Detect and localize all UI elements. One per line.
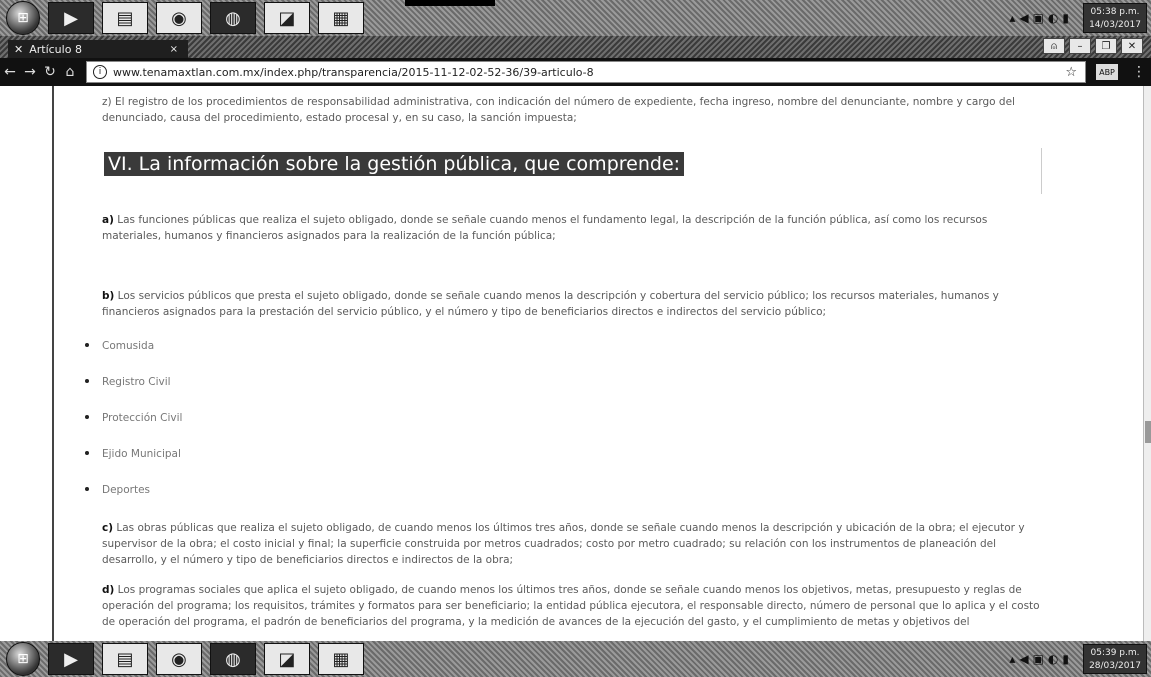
- item-c-label: c): [102, 522, 114, 534]
- item-d-label: d): [102, 584, 115, 596]
- joomla-favicon-icon: ✕: [14, 42, 24, 56]
- bullet-icon: [85, 343, 89, 347]
- list-item-label: Ejido Municipal: [102, 448, 181, 460]
- item-a-paragraph: a) Las funciones públicas que realiza el…: [102, 212, 1042, 244]
- page-viewport: z) El registro de los procedimientos de …: [0, 86, 1151, 641]
- forward-arrow-icon[interactable]: →: [20, 64, 40, 80]
- start-button[interactable]: ⊞: [6, 1, 40, 35]
- top-taskbar: ⊞ ▶ ▤ ◉ ◍ ◪ ▦ ▴◀▣◐▮ 05:38 p.m. 14/03/201…: [0, 0, 1151, 36]
- list-item: Ejido Municipal: [85, 446, 1042, 482]
- bullet-icon: [85, 415, 89, 419]
- item-c-paragraph: c) Las obras públicas que realiza el suj…: [102, 520, 1042, 568]
- minimize-icon[interactable]: –: [1069, 38, 1091, 54]
- bookmark-star-icon[interactable]: ☆: [1065, 65, 1077, 80]
- clock-time: 05:39 p.m.: [1090, 648, 1140, 658]
- browser-tab[interactable]: ✕ Artículo 8 ×: [8, 40, 188, 58]
- list-item-label: Registro Civil: [102, 376, 171, 388]
- tab-close-icon[interactable]: ×: [170, 44, 178, 55]
- list-item-label: Protección Civil: [102, 412, 183, 424]
- start-button[interactable]: ⊞: [6, 642, 40, 676]
- close-window-icon[interactable]: ✕: [1121, 38, 1143, 54]
- taskbar-paint-icon[interactable]: ◪: [264, 643, 310, 675]
- taskbar-firefox-icon[interactable]: ◍: [210, 643, 256, 675]
- item-c-text: Las obras públicas que realiza el sujeto…: [102, 522, 1025, 566]
- section-heading: VI. La información sobre la gestión públ…: [104, 152, 685, 176]
- browser-toolbar: ← → ↻ ⌂ i www.tenamaxtlan.com.mx/index.p…: [0, 58, 1151, 86]
- clock-time: 05:38 p.m.: [1090, 7, 1140, 17]
- back-arrow-icon[interactable]: ←: [0, 64, 20, 80]
- url-text: www.tenamaxtlan.com.mx/index.php/transpa…: [113, 65, 594, 79]
- reload-icon[interactable]: ↻: [40, 64, 60, 80]
- taskbar-editor-icon[interactable]: ▦: [318, 643, 364, 675]
- system-tray: ▴◀▣◐▮ 05:39 p.m. 28/03/2017: [1009, 641, 1151, 677]
- item-d-paragraph: d) Los programas sociales que aplica el …: [102, 582, 1042, 630]
- taskbar-paint-icon[interactable]: ◪: [264, 2, 310, 34]
- intro-paragraph: z) El registro de los procedimientos de …: [102, 96, 1015, 124]
- left-border-rule: [52, 86, 54, 641]
- clock-date: 14/03/2017: [1089, 20, 1141, 30]
- tray-clock[interactable]: 05:39 p.m. 28/03/2017: [1083, 644, 1147, 674]
- home-icon[interactable]: ⌂: [60, 64, 80, 80]
- item-b-label: b): [102, 290, 115, 302]
- list-item: Registro Civil: [85, 374, 1042, 410]
- taskbar-firefox-icon[interactable]: ◍: [210, 2, 256, 34]
- user-icon[interactable]: ⍝: [1043, 38, 1065, 54]
- item-a-text: Las funciones públicas que realiza el su…: [102, 214, 988, 242]
- item-b-text: Los servicios públicos que presta el suj…: [102, 290, 999, 318]
- browser-tabstrip: ✕ Artículo 8 × ⍝ – ❐ ✕: [0, 36, 1151, 58]
- item-d-text: Los programas sociales que aplica el suj…: [102, 584, 1040, 628]
- system-tray: ▴◀▣◐▮ 05:38 p.m. 14/03/2017: [1009, 0, 1151, 36]
- taskbar-chrome-icon[interactable]: ◉: [156, 2, 202, 34]
- list-item-label: Comusida: [102, 340, 155, 352]
- adblock-extension-icon[interactable]: ABP: [1096, 64, 1118, 80]
- site-info-icon[interactable]: i: [93, 65, 107, 79]
- address-bar[interactable]: i www.tenamaxtlan.com.mx/index.php/trans…: [86, 61, 1086, 83]
- tray-clock[interactable]: 05:38 p.m. 14/03/2017: [1083, 3, 1147, 33]
- clock-date: 28/03/2017: [1089, 661, 1141, 671]
- section-heading-box: VI. La información sobre la gestión públ…: [102, 148, 1042, 194]
- list-item: Comusida: [85, 338, 1042, 374]
- tray-icons[interactable]: ▴◀▣◐▮: [1009, 11, 1073, 25]
- top-edge-strip: [405, 0, 495, 6]
- taskbar-media-icon[interactable]: ▶: [48, 2, 94, 34]
- bottom-taskbar: ⊞ ▶ ▤ ◉ ◍ ◪ ▦ ▴◀▣◐▮ 05:39 p.m. 28/03/201…: [0, 641, 1151, 677]
- tray-icons[interactable]: ▴◀▣◐▮: [1009, 652, 1073, 666]
- list-item: Deportes: [85, 482, 1042, 518]
- services-list: Comusida Registro Civil Protección Civil…: [85, 338, 1042, 518]
- scrollbar-thumb[interactable]: [1145, 421, 1151, 443]
- bullet-icon: [85, 451, 89, 455]
- browser-menu-icon[interactable]: ⋮: [1132, 64, 1146, 80]
- taskbar-folder-icon[interactable]: ▤: [102, 2, 148, 34]
- tab-title: Artículo 8: [29, 42, 82, 56]
- maximize-icon[interactable]: ❐: [1095, 38, 1117, 54]
- taskbar-folder-icon[interactable]: ▤: [102, 643, 148, 675]
- page-scrollbar[interactable]: [1143, 86, 1151, 641]
- window-controls: ⍝ – ❐ ✕: [1043, 38, 1143, 54]
- article-content: z) El registro de los procedimientos de …: [85, 94, 1042, 630]
- taskbar-chrome-icon[interactable]: ◉: [156, 643, 202, 675]
- taskbar-editor-icon[interactable]: ▦: [318, 2, 364, 34]
- list-item-label: Deportes: [102, 484, 150, 496]
- item-a-label: a): [102, 214, 114, 226]
- taskbar-media-icon[interactable]: ▶: [48, 643, 94, 675]
- list-item: Protección Civil: [85, 410, 1042, 446]
- item-b-paragraph: b) Los servicios públicos que presta el …: [102, 288, 1042, 320]
- bullet-icon: [85, 487, 89, 491]
- bullet-icon: [85, 379, 89, 383]
